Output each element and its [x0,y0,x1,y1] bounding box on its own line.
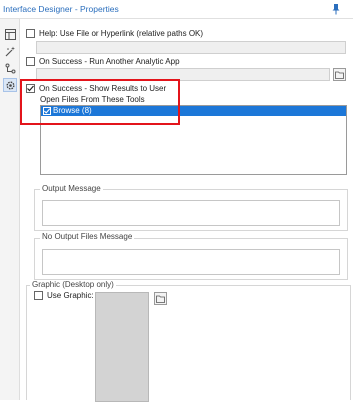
pin-icon[interactable] [331,3,341,15]
folder-icon [335,71,344,79]
output-message-group [34,189,348,231]
highlight-annotation [20,79,180,125]
window-title: Interface Designer - Properties [3,4,119,14]
help-checkbox[interactable] [26,29,35,38]
graphic-group [26,285,351,400]
no-output-message-label: No Output Files Message [40,232,135,241]
help-label: Help: Use File or Hyperlink (relative pa… [39,29,204,38]
wand-icon[interactable] [3,44,17,58]
output-message-field[interactable] [42,200,340,226]
run-app-label: On Success - Run Another Analytic App [39,57,180,66]
graphic-label: Graphic (Desktop only) [30,280,116,289]
sidebar [0,19,20,400]
no-output-message-group [34,238,348,280]
run-app-checkbox[interactable] [26,57,35,66]
use-graphic-label: Use Graphic: [47,291,94,300]
graphic-browse-button[interactable] [154,292,167,305]
help-url-field[interactable] [36,41,346,54]
no-output-message-field[interactable] [42,249,340,275]
graphic-preview [95,292,149,402]
tree-icon[interactable] [3,61,17,75]
use-graphic-checkbox[interactable] [34,291,43,300]
run-app-browse-button[interactable] [333,68,346,81]
layout-icon[interactable] [3,27,17,41]
gear-icon[interactable] [3,78,17,92]
folder-icon [156,295,165,303]
title-bar: Interface Designer - Properties [0,0,353,19]
output-message-label: Output Message [40,184,103,193]
properties-panel: Help: Use File or Hyperlink (relative pa… [20,19,353,402]
